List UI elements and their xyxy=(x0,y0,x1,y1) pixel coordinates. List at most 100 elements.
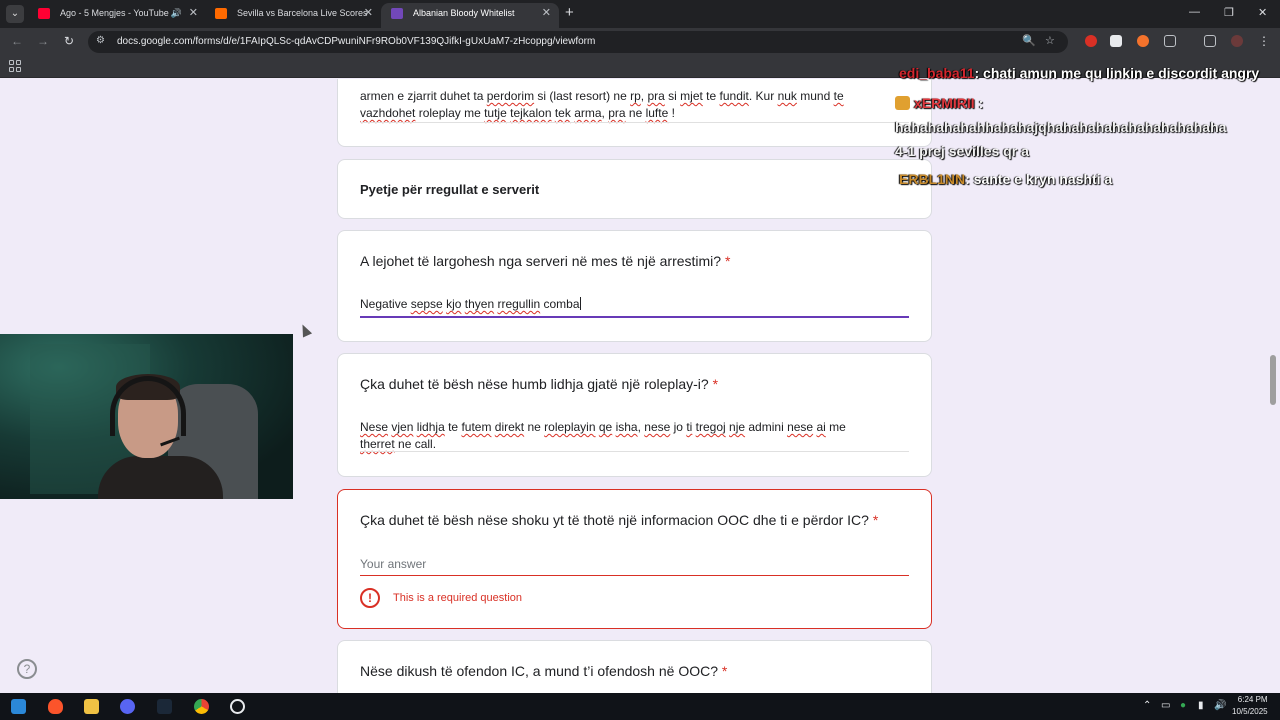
media-control-icon[interactable] xyxy=(1204,35,1216,47)
text-run: Negative xyxy=(360,297,411,311)
help-icon[interactable]: ? xyxy=(17,659,37,679)
minimize-icon[interactable]: — xyxy=(1189,6,1200,18)
steam-icon[interactable] xyxy=(157,699,172,714)
tab-youtube[interactable]: Ago - 5 Mengjes - YouTube 🔊 ✕ xyxy=(28,3,206,28)
previous-answer-text[interactable]: armen e zjarrit duhet ta perdorim si (la… xyxy=(360,88,909,122)
close-window-icon[interactable]: ✕ xyxy=(1258,6,1267,19)
misspelled-word: tejkalon xyxy=(510,106,552,120)
brave-browser-icon[interactable] xyxy=(48,699,63,714)
tab-scores[interactable]: Sevilla vs Barcelona Live Scores ✕ xyxy=(205,3,381,28)
question-text: A lejohet të largohesh nga serveri në me… xyxy=(360,253,722,269)
misspelled-word: tek xyxy=(554,106,571,120)
chrome-icon[interactable] xyxy=(194,699,209,714)
tray-expand-icon[interactable]: ⌃ xyxy=(1143,700,1151,711)
url-text: docs.google.com/forms/d/e/1FAIpQLSc-qdAv… xyxy=(117,36,596,47)
close-tab-icon[interactable]: ✕ xyxy=(189,3,198,24)
address-bar[interactable]: ⚙ docs.google.com/forms/d/e/1FAIpQLSc-qd… xyxy=(88,31,1068,53)
chat-text: : chati amun me qu linkin e discordit an… xyxy=(974,65,1260,81)
misspelled-word: kjo xyxy=(446,297,462,311)
misspelled-word: vazhdohet xyxy=(360,106,416,120)
misspelled-word: perdorim xyxy=(486,89,535,103)
scores-site-icon xyxy=(215,8,227,19)
profile-avatar[interactable] xyxy=(1231,35,1243,47)
menu-icon[interactable]: ⋮ xyxy=(1258,34,1270,48)
apps-grid-icon[interactable] xyxy=(9,60,21,72)
text-run: ! xyxy=(668,106,675,120)
tab-forms[interactable]: Albanian Bloody Whitelist ✕ xyxy=(381,3,559,28)
misspelled-word: thyen xyxy=(464,297,495,311)
question-title: Nëse dikush të ofendon IC, a mund t’i of… xyxy=(360,663,727,679)
misspelled-word: therret xyxy=(360,437,395,451)
bookmark-star-icon[interactable]: ☆ xyxy=(1045,34,1055,47)
close-tab-icon[interactable]: ✕ xyxy=(364,3,373,24)
youtube-icon xyxy=(38,8,50,19)
answer-underline xyxy=(360,122,909,123)
extension-face-icon[interactable] xyxy=(1110,35,1122,47)
answer-input[interactable]: Negative sepse kjo thyen rregullin comba xyxy=(360,296,909,313)
file-explorer-icon[interactable] xyxy=(84,699,99,714)
misspelled-word: nese xyxy=(644,420,671,434)
extensions-puzzle-icon[interactable] xyxy=(1164,35,1176,47)
page-scrollbar[interactable] xyxy=(1270,355,1276,405)
misspelled-word: nje xyxy=(729,420,746,434)
tab-search-button[interactable]: ⌄ xyxy=(6,5,24,23)
question-card-connection-lost: Çka duhet të bësh nëse humb lidhja gjatë… xyxy=(337,353,932,477)
obs-icon[interactable] xyxy=(230,699,245,714)
network-icon[interactable]: ▭ xyxy=(1161,700,1170,711)
chat-username: ERBL1NN xyxy=(899,171,966,187)
answer-underline xyxy=(360,451,909,452)
close-tab-icon[interactable]: ✕ xyxy=(542,3,551,24)
required-asterisk: * xyxy=(724,253,731,269)
chat-badge-icon xyxy=(895,96,910,110)
misspelled-word: nese xyxy=(787,420,814,434)
misspelled-word: vjen xyxy=(391,420,414,434)
question-title: Çka duhet të bësh nëse humb lidhja gjatë… xyxy=(360,376,718,392)
system-clock[interactable]: 6:24 PM 10/5/2025 xyxy=(1232,694,1268,718)
answer-input[interactable]: Your answer xyxy=(360,556,909,573)
speaker-icon[interactable]: 🔊 xyxy=(171,3,182,24)
extension-red-icon[interactable] xyxy=(1085,35,1097,47)
answer-line-1: Nese vjen lidhja te futem direkt ne role… xyxy=(360,419,909,436)
question-text: Çka duhet të bësh nëse shoku yt të thotë… xyxy=(360,512,869,528)
streamer-body xyxy=(98,456,223,499)
misspelled-word: fundit xyxy=(719,89,749,103)
question-card-ooc-info: Çka duhet të bësh nëse shoku yt të thotë… xyxy=(337,489,932,629)
webcam-overlay xyxy=(0,334,293,499)
answer-input[interactable]: Nese vjen lidhja te futem direkt ne role… xyxy=(360,419,909,453)
text-run: me xyxy=(825,420,846,434)
chat-text: 4-1 prej sevilles qr a xyxy=(895,143,1029,159)
misspelled-word: Nese xyxy=(360,420,389,434)
required-asterisk: * xyxy=(872,512,879,528)
maximize-icon[interactable]: ❐ xyxy=(1224,6,1234,19)
misspelled-word: arma xyxy=(574,106,602,120)
reload-icon[interactable]: ↻ xyxy=(64,34,74,48)
extension-orange-icon[interactable] xyxy=(1137,35,1149,47)
volume-icon[interactable]: 🔊 xyxy=(1214,700,1226,711)
misspelled-word: qe xyxy=(598,420,613,434)
text-run: te xyxy=(444,420,462,434)
misspelled-word: sepse xyxy=(410,297,443,311)
chat-username: edi_baba11 xyxy=(899,65,975,81)
text-run: si xyxy=(664,89,681,103)
tab-title: Sevilla vs Barcelona Live Scores xyxy=(237,8,368,18)
text-run: admini xyxy=(745,420,788,434)
discord-icon[interactable] xyxy=(120,699,135,714)
text-run: te xyxy=(702,89,720,103)
misspelled-word: pra xyxy=(608,106,626,120)
forward-icon[interactable]: → xyxy=(37,34,49,48)
back-icon[interactable]: ← xyxy=(11,34,23,48)
required-asterisk: * xyxy=(721,663,728,679)
app-status-icon[interactable]: ● xyxy=(1180,700,1186,711)
zoom-icon[interactable]: 🔍 xyxy=(1022,34,1036,47)
question-card-offend-ooc: Nëse dikush të ofendon IC, a mund t’i of… xyxy=(337,640,932,693)
section-header-card: Pyetje për rregullat e serverit xyxy=(337,159,932,219)
new-tab-button[interactable]: + xyxy=(565,4,574,21)
start-icon[interactable] xyxy=(11,699,26,714)
misspelled-word: isha xyxy=(615,420,638,434)
text-run: mund xyxy=(796,89,834,103)
site-info-icon[interactable]: ⚙ xyxy=(96,35,105,46)
chat-text: : sante e kryn nashti a xyxy=(965,171,1113,187)
text-run: ne xyxy=(625,106,646,120)
clock-date: 10/5/2025 xyxy=(1232,707,1268,716)
battery-icon[interactable]: ▮ xyxy=(1198,700,1204,711)
